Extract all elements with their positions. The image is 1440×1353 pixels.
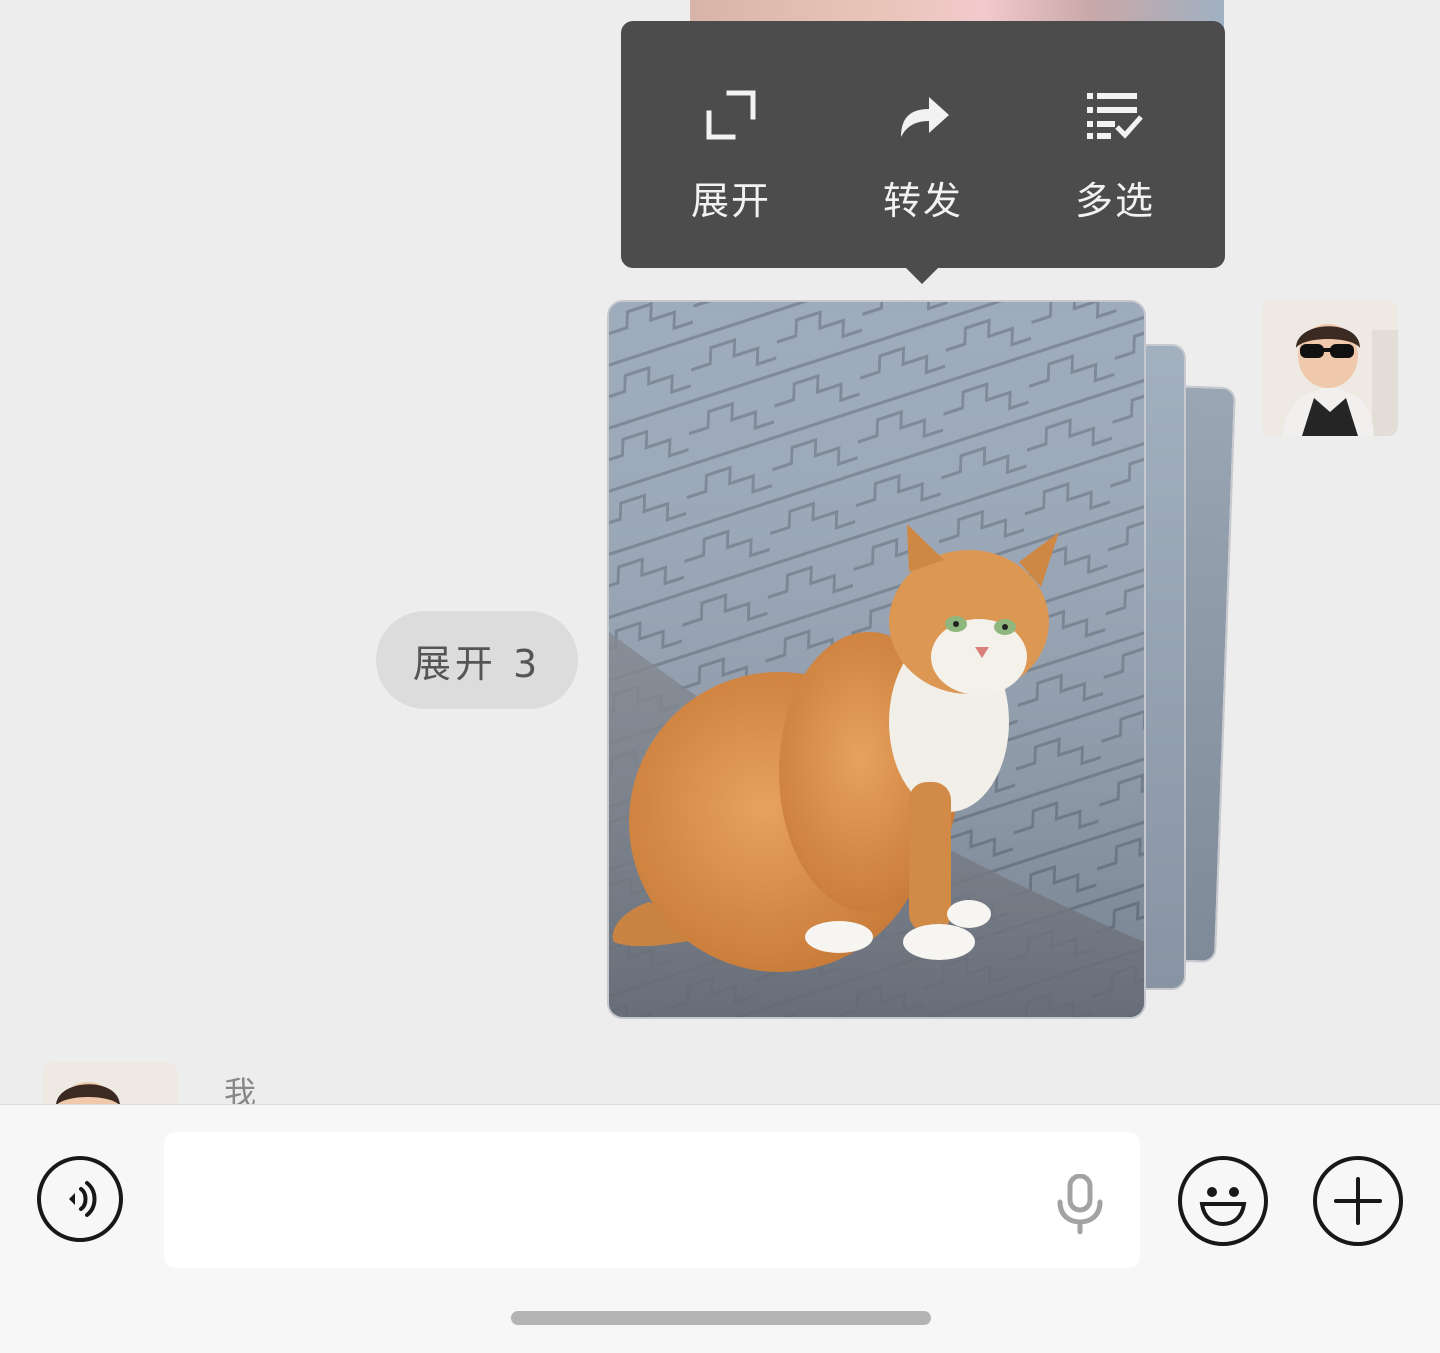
multi-select-icon bbox=[1083, 83, 1147, 147]
cat-photo-message[interactable] bbox=[607, 300, 1146, 1019]
voice-icon bbox=[69, 1181, 97, 1217]
microphone-icon[interactable] bbox=[1054, 1173, 1106, 1235]
sender-name: 我 bbox=[224, 1074, 257, 1104]
forward-icon bbox=[891, 83, 955, 147]
contact-avatar[interactable] bbox=[42, 1062, 178, 1104]
menu-label-forward: 转发 bbox=[882, 179, 963, 223]
message-context-menu: 展开 转发 多选 bbox=[621, 21, 1225, 268]
expand-stack-label: 展开 3 bbox=[412, 641, 542, 686]
menu-label-expand: 展开 bbox=[690, 179, 771, 223]
emoji-icon bbox=[1199, 1187, 1247, 1227]
plus-icon bbox=[1334, 1177, 1382, 1225]
menu-pointer-arrow bbox=[904, 266, 940, 284]
voice-toggle-button[interactable] bbox=[37, 1156, 123, 1242]
chat-area: 展开 3 我 展开 转发 多选 bbox=[0, 0, 1440, 1104]
message-text-field[interactable] bbox=[164, 1132, 1140, 1270]
avatar-boy-sunglasses bbox=[1262, 300, 1398, 436]
menu-item-expand[interactable]: 展开 bbox=[631, 21, 831, 268]
cat-photo bbox=[609, 302, 1144, 1017]
home-indicator[interactable] bbox=[511, 1311, 931, 1325]
menu-item-forward[interactable]: 转发 bbox=[823, 21, 1023, 268]
avatar-boy-sunglasses bbox=[42, 1062, 178, 1104]
menu-label-multi-select: 多选 bbox=[1074, 179, 1155, 223]
menu-item-multi-select[interactable]: 多选 bbox=[1015, 21, 1215, 268]
expand-icon bbox=[699, 83, 763, 147]
message-input[interactable] bbox=[188, 1132, 1032, 1270]
my-avatar[interactable] bbox=[1262, 300, 1398, 436]
more-actions-button[interactable] bbox=[1313, 1156, 1403, 1246]
emoji-button[interactable] bbox=[1178, 1156, 1268, 1246]
expand-stack-button[interactable]: 展开 3 bbox=[376, 611, 578, 709]
